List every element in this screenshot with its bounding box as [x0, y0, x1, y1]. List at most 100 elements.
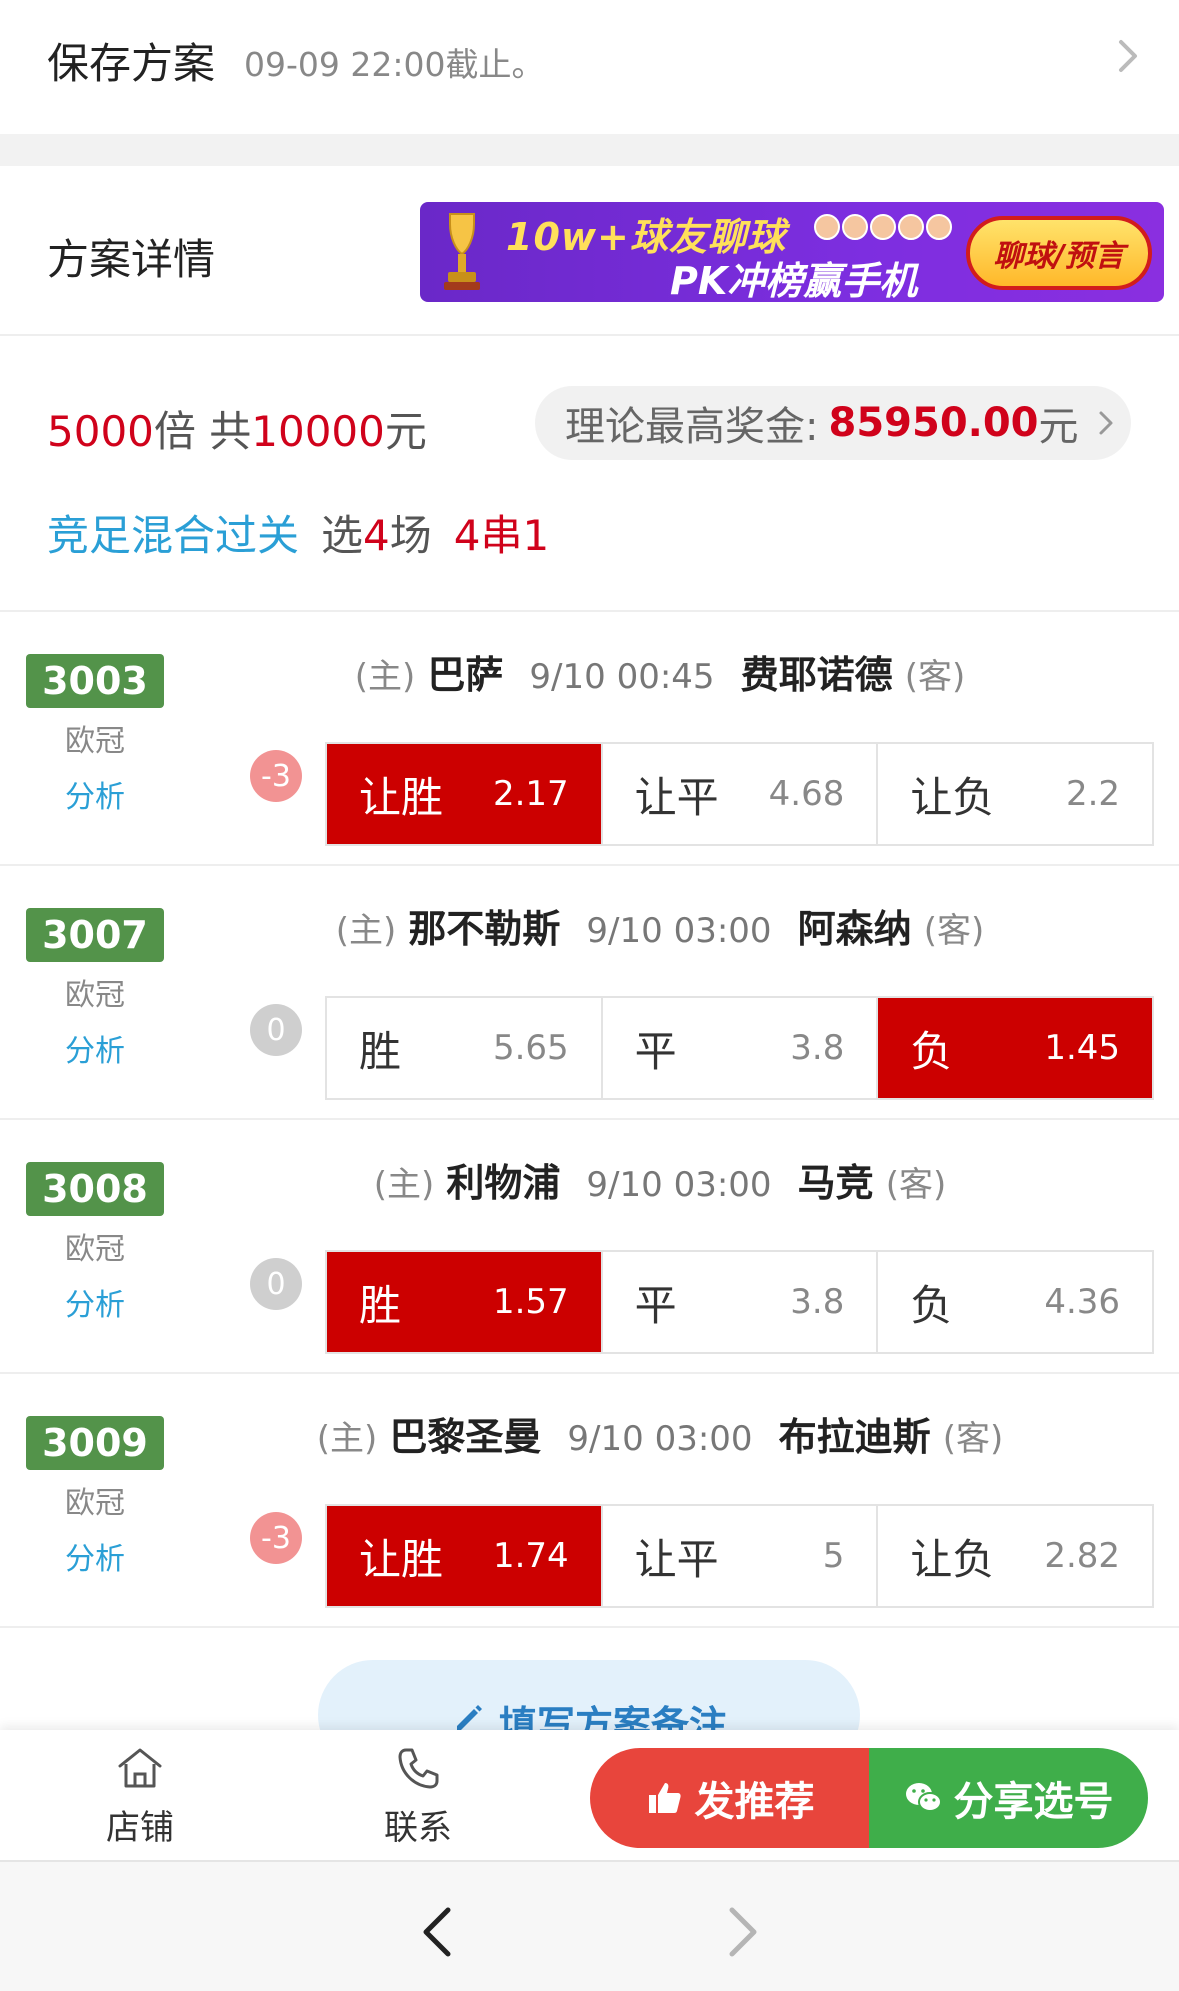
odds-label: 负 — [910, 1026, 953, 1076]
odds-group: 胜 5.65 平 3.8 负 1.45 — [325, 996, 1154, 1100]
share-label: 分享选号 — [953, 1779, 1114, 1825]
detail-title: 方案详情 — [47, 235, 216, 284]
tab-contact[interactable]: 联系 — [358, 1742, 478, 1849]
match-league: 欧冠 — [65, 1232, 125, 1267]
home-tag: (主) — [354, 657, 416, 697]
odds-label: 胜 — [359, 1026, 402, 1076]
prize-unit: 元 — [1038, 404, 1079, 450]
odds-label: 让平 — [634, 1534, 719, 1584]
odds-option[interactable]: 让胜 1.74 — [327, 1506, 603, 1606]
match-time: 9/10 03:00 — [567, 1419, 753, 1459]
deadline-text: 09-09 22:00截止。 — [244, 45, 545, 84]
multiplier-value: 5000 — [47, 407, 154, 456]
away-tag: (客) — [885, 1165, 947, 1205]
home-tag: (主) — [373, 1165, 435, 1205]
total-value: 10000 — [251, 407, 385, 456]
chevron-left-icon[interactable] — [416, 1904, 460, 1960]
wechat-icon — [905, 1783, 942, 1812]
odds-option[interactable]: 让平 4.68 — [602, 744, 879, 844]
home-icon — [118, 1748, 162, 1788]
odds-value: 3.8 — [790, 1282, 845, 1322]
bottom-action-bar: 店铺 联系 发推荐 分享选号 — [0, 1730, 1179, 1860]
match-teams: (主) 利物浦 9/10 03:00 马竞 (客) — [180, 1152, 1140, 1207]
odds-value: 2.82 — [1044, 1536, 1121, 1576]
odds-option[interactable]: 胜 5.65 — [327, 998, 603, 1098]
odds-option[interactable]: 胜 1.57 — [327, 1252, 603, 1352]
analysis-link[interactable]: 分析 — [26, 1534, 164, 1578]
match-row: 3003 欧冠 分析 (主) 巴萨 9/10 00:45 费耶诺德 (客) -3… — [0, 612, 1179, 866]
match-code-badge: 3007 — [26, 908, 164, 962]
banner-cta-button[interactable]: 聊球/预言 — [966, 216, 1152, 290]
match-teams: (主) 巴萨 9/10 00:45 费耶诺德 (客) — [180, 644, 1140, 699]
match-row: 3009 欧冠 分析 (主) 巴黎圣曼 9/10 03:00 布拉迪斯 (客) … — [0, 1374, 1179, 1628]
away-tag: (客) — [923, 911, 985, 951]
banner-avatars — [814, 214, 952, 244]
recommend-button[interactable]: 发推荐 — [590, 1748, 869, 1848]
odds-option[interactable]: 平 3.8 — [602, 1252, 879, 1352]
away-team: 布拉迪斯 — [778, 1415, 931, 1459]
home-tag: (主) — [335, 911, 397, 951]
odds-option[interactable]: 让平 5 — [602, 1506, 879, 1606]
page-title: 保存方案 — [47, 39, 216, 88]
odds-value: 5 — [822, 1536, 845, 1576]
odds-value: 1.57 — [492, 1282, 569, 1322]
handicap-badge: 0 — [250, 1004, 302, 1056]
away-team: 阿森纳 — [797, 907, 912, 951]
odds-value: 1.45 — [1044, 1028, 1121, 1068]
detail-section: 方案详情 10w+球友聊球 PK冲榜赢手机 聊球/预言 — [0, 166, 1179, 336]
odds-label: 让平 — [634, 772, 719, 822]
promo-banner[interactable]: 10w+球友聊球 PK冲榜赢手机 聊球/预言 — [420, 202, 1164, 302]
select-count: 4 — [363, 511, 390, 560]
tab-contact-label: 联系 — [384, 1808, 452, 1848]
pass-type: 4串1 — [453, 511, 550, 560]
match-code-badge: 3008 — [26, 1162, 164, 1216]
odds-option[interactable]: 让负 2.2 — [878, 744, 1153, 844]
prize-label: 理论最高奖金: — [565, 404, 819, 450]
play-type-line: 竞足混合过关 选4场 4串1 — [47, 502, 549, 563]
tab-shop[interactable]: 店铺 — [80, 1742, 200, 1849]
odds-label: 平 — [634, 1026, 677, 1076]
header-bar[interactable]: 保存方案 09-09 22:00截止。 — [0, 0, 1179, 134]
avatar — [870, 214, 896, 240]
tab-shop-label: 店铺 — [106, 1808, 174, 1848]
odds-label: 负 — [910, 1280, 953, 1330]
odds-value: 1.74 — [492, 1536, 569, 1576]
avatar — [926, 214, 952, 240]
home-team: 巴萨 — [427, 653, 504, 697]
phone-icon — [398, 1748, 439, 1789]
match-teams: (主) 那不勒斯 9/10 03:00 阿森纳 (客) — [180, 898, 1140, 953]
match-row: 3007 欧冠 分析 (主) 那不勒斯 9/10 03:00 阿森纳 (客) 0… — [0, 866, 1179, 1120]
plan-summary: 5000倍 共10000元 理论最高奖金: 85950.00 元 竞足混合过关选… — [0, 336, 1179, 612]
odds-label: 胜 — [359, 1280, 402, 1330]
odds-option[interactable]: 让负 2.82 — [878, 1506, 1153, 1606]
odds-option[interactable]: 平 3.8 — [602, 998, 879, 1098]
odds-group: 让胜 1.74 让平 5 让负 2.82 — [325, 1504, 1154, 1608]
chevron-right-icon[interactable] — [720, 1904, 764, 1960]
analysis-link[interactable]: 分析 — [26, 772, 164, 816]
odds-label: 让胜 — [359, 772, 444, 822]
play-type: 竞足混合过关 — [47, 511, 300, 560]
prize-amount: 85950.00 — [828, 400, 1039, 446]
odds-option[interactable]: 负 4.36 — [878, 1252, 1153, 1352]
analysis-link[interactable]: 分析 — [26, 1280, 164, 1324]
avatar — [814, 214, 840, 240]
odds-label: 平 — [634, 1280, 677, 1330]
chevron-right-icon — [1099, 411, 1113, 435]
away-team: 费耶诺德 — [740, 653, 893, 697]
pencil-icon — [456, 1705, 482, 1730]
match-time: 9/10 03:00 — [586, 1165, 772, 1205]
total-unit: 元 — [384, 407, 427, 456]
max-prize-button[interactable]: 理论最高奖金: 85950.00 元 — [535, 386, 1131, 460]
odds-option[interactable]: 负 1.45 — [878, 998, 1153, 1098]
away-tag: (客) — [904, 657, 966, 697]
home-team: 巴黎圣曼 — [389, 1415, 542, 1459]
analysis-link[interactable]: 分析 — [26, 1026, 164, 1070]
chevron-right-icon[interactable] — [1108, 36, 1148, 76]
section-divider — [0, 134, 1179, 166]
handicap-badge: -3 — [250, 750, 302, 802]
away-tag: (客) — [942, 1419, 1004, 1459]
share-button[interactable]: 分享选号 — [869, 1748, 1148, 1848]
browser-nav-bar — [0, 1860, 1179, 1991]
odds-label: 让胜 — [359, 1534, 444, 1584]
odds-option[interactable]: 让胜 2.17 — [327, 744, 603, 844]
